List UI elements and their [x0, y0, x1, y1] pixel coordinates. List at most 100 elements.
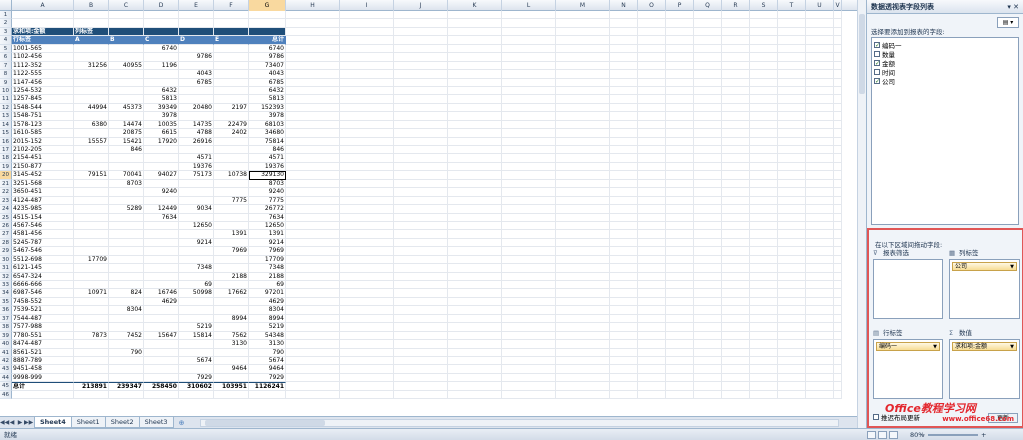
pivot-value-cell[interactable] [144, 306, 179, 315]
row-header[interactable]: 29 [0, 247, 12, 256]
pivot-column-label[interactable]: E [214, 36, 249, 45]
cell[interactable] [556, 86, 610, 96]
cell[interactable] [286, 196, 340, 206]
pivot-row-total[interactable]: 75814 [249, 137, 286, 146]
field-chip-sum-amount[interactable]: 求和项:金额 ▼ [952, 342, 1017, 351]
cell[interactable] [638, 44, 666, 54]
pivot-value-cell[interactable] [109, 78, 144, 87]
cell[interactable] [694, 306, 722, 315]
cell[interactable] [666, 162, 694, 172]
cell[interactable] [394, 238, 448, 248]
cell[interactable] [806, 205, 834, 214]
cell[interactable] [638, 289, 666, 298]
pivot-value-cell[interactable]: 15557 [74, 137, 109, 146]
cell[interactable] [556, 213, 610, 222]
pivot-value-cell[interactable] [109, 188, 144, 197]
cell[interactable] [666, 171, 694, 180]
cell[interactable] [249, 19, 286, 28]
row-header[interactable]: 45 [0, 382, 12, 391]
cell[interactable] [556, 137, 610, 146]
cell[interactable] [448, 129, 502, 138]
row-header[interactable]: 36 [0, 306, 12, 315]
cell[interactable] [394, 36, 448, 45]
pivot-value-cell[interactable]: 17920 [144, 137, 179, 146]
cell[interactable] [638, 238, 666, 248]
cell[interactable] [502, 27, 556, 37]
cell[interactable] [394, 264, 448, 273]
cell[interactable] [448, 272, 502, 281]
cell[interactable] [722, 19, 750, 28]
cell[interactable] [340, 382, 394, 391]
pivot-value-cell[interactable] [74, 95, 109, 104]
pivot-value-cell[interactable] [109, 238, 144, 248]
cell[interactable] [144, 27, 179, 37]
cell[interactable] [638, 146, 666, 155]
checkbox[interactable]: ✓ [874, 77, 880, 84]
cell[interactable] [286, 340, 340, 349]
cell[interactable] [666, 382, 694, 391]
pivot-value-cell[interactable] [179, 95, 214, 104]
cell[interactable] [778, 44, 806, 54]
sheet-tab[interactable]: Sheet1 [70, 417, 106, 428]
pivot-value-cell[interactable] [179, 213, 214, 222]
pivot-value-cell[interactable] [214, 188, 249, 197]
row-header[interactable]: 3 [0, 27, 12, 37]
cell[interactable] [214, 390, 249, 400]
cell[interactable] [806, 179, 834, 189]
cell[interactable] [448, 306, 502, 315]
cell[interactable] [502, 221, 556, 231]
cell[interactable] [610, 340, 638, 349]
cell[interactable] [722, 120, 750, 130]
pivot-value-cell[interactable] [179, 146, 214, 155]
field-item[interactable]: ✓ 编码一 [874, 40, 1016, 50]
cell[interactable] [834, 137, 842, 146]
cell[interactable] [556, 44, 610, 54]
cell[interactable] [502, 373, 556, 383]
cell[interactable] [666, 365, 694, 374]
cell[interactable] [502, 188, 556, 197]
cell[interactable] [834, 272, 842, 281]
cell[interactable] [502, 44, 556, 54]
cell[interactable] [806, 78, 834, 87]
pivot-value-cell[interactable] [109, 112, 144, 121]
cell[interactable] [394, 382, 448, 391]
pivot-value-cell[interactable] [179, 112, 214, 121]
cell[interactable] [834, 348, 842, 357]
cell[interactable] [666, 27, 694, 37]
pivot-value-cell[interactable] [214, 137, 249, 146]
pivot-value-cell[interactable]: 79151 [74, 171, 109, 180]
pivot-row-total[interactable]: 152393 [249, 103, 286, 113]
cell[interactable] [502, 61, 556, 71]
cell[interactable] [666, 11, 694, 20]
last-sheet-icon[interactable]: ▶▶ [24, 418, 33, 428]
pivot-value-cell[interactable]: 6740 [144, 44, 179, 54]
row-header[interactable]: 44 [0, 373, 12, 383]
pivot-row-label[interactable]: 1548-751 [12, 112, 74, 121]
cell[interactable] [806, 112, 834, 121]
pivot-value-cell[interactable] [214, 323, 249, 332]
cell[interactable] [638, 221, 666, 231]
pivot-value-cell[interactable]: 22479 [214, 120, 249, 130]
cell[interactable] [666, 331, 694, 341]
cell[interactable] [834, 103, 842, 113]
cell[interactable] [448, 289, 502, 298]
cell[interactable] [502, 95, 556, 104]
cell[interactable] [556, 247, 610, 256]
cell[interactable] [394, 196, 448, 206]
cell[interactable] [448, 340, 502, 349]
cell[interactable] [638, 340, 666, 349]
pivot-value-cell[interactable]: 16746 [144, 289, 179, 298]
cell[interactable] [610, 348, 638, 357]
cell[interactable] [340, 306, 394, 315]
cell[interactable] [750, 297, 778, 307]
cell[interactable] [694, 213, 722, 222]
cell[interactable] [214, 11, 249, 20]
cell[interactable] [750, 205, 778, 214]
cell[interactable] [556, 230, 610, 239]
cell[interactable] [694, 61, 722, 71]
cell[interactable] [638, 120, 666, 130]
cell[interactable] [778, 120, 806, 130]
pivot-row-label[interactable]: 1610-585 [12, 129, 74, 138]
pivot-value-cell[interactable]: 7929 [179, 373, 214, 383]
cell[interactable] [638, 281, 666, 290]
